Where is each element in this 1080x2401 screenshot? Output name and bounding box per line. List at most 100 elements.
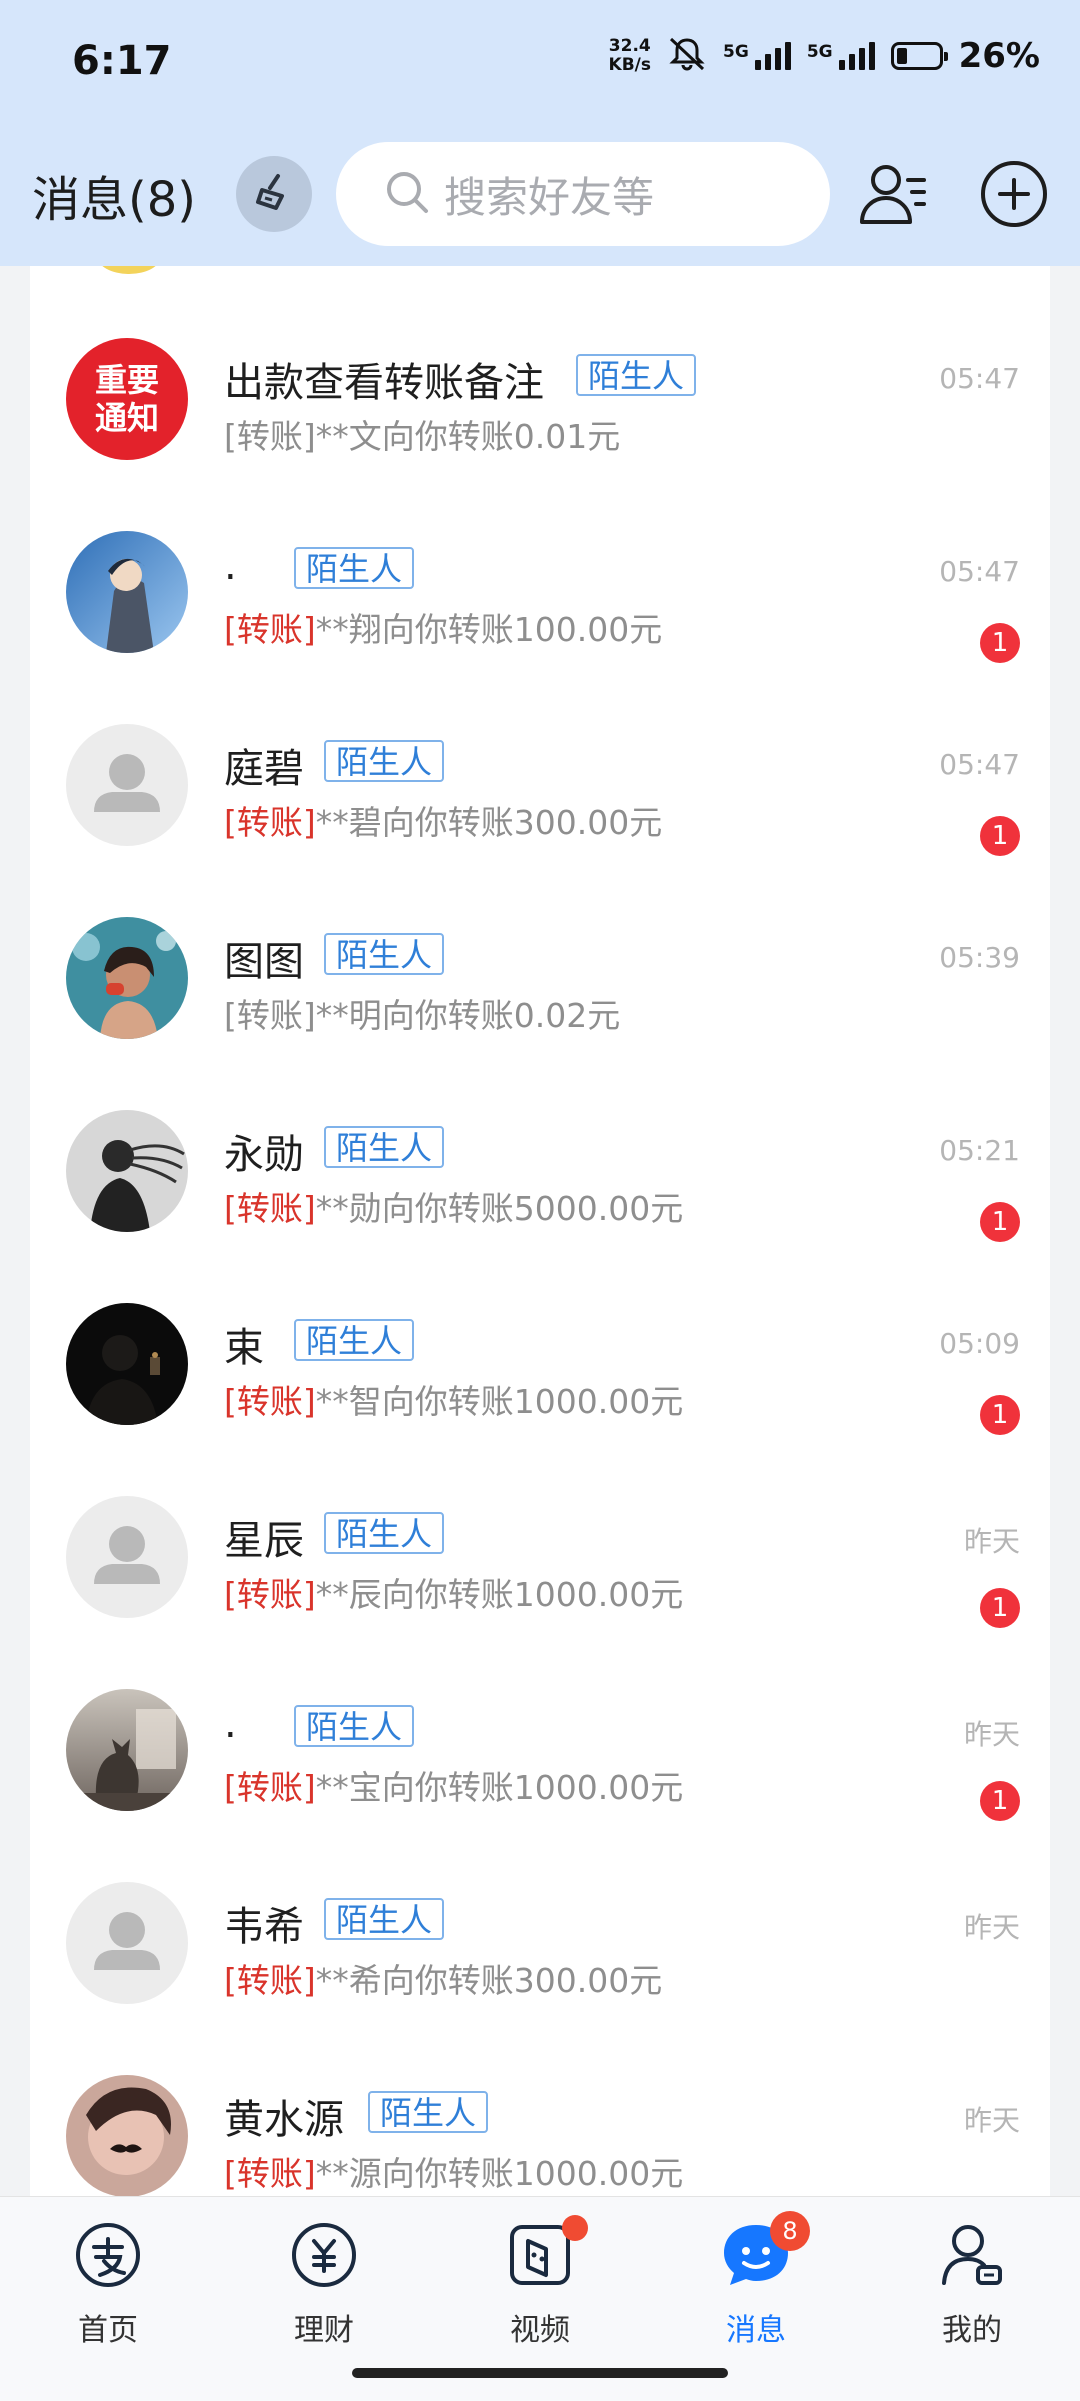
message-preview: [转账]**明向你转账0.02元 (224, 989, 620, 1037)
message-time: 05:47 (939, 555, 1020, 588)
contact-name: 庭碧 (224, 746, 304, 792)
profile-icon (938, 2221, 1006, 2293)
signal-sim1-icon: 5G (723, 42, 791, 70)
net-speed: 32.4 KB/s (609, 37, 651, 75)
message-preview: [转账]**智向你转账1000.00元 (224, 1375, 683, 1423)
conversation-row[interactable]: . 陌生人 05:47 [转账]**翔向你转账100.00元 1 (30, 459, 1050, 663)
contact-name: 束 (224, 1325, 264, 1371)
conversation-list[interactable]: 重要 通知 出款查看转账备注 陌生人 05:47 [转账]**文向你转账0.01… (30, 266, 1050, 2196)
preview-text: **勋向你转账5000.00元 (315, 1189, 684, 1228)
broom-icon (252, 170, 296, 218)
nav-label: 理财 (294, 2313, 354, 2348)
messages-unread-badge: 8 (770, 2211, 810, 2251)
conversation-row[interactable]: 图图 陌生人 05:39 [转账]**明向你转账0.02元 (30, 845, 1050, 1039)
message-preview: [转账]**翔向你转账100.00元 (224, 603, 662, 651)
mute-icon (667, 36, 707, 76)
transfer-prefix: [转账] (224, 417, 316, 456)
stranger-tag: 陌生人 (324, 740, 445, 782)
stranger-tag: 陌生人 (368, 2091, 489, 2133)
stranger-tag: 陌生人 (324, 1898, 445, 1940)
message-time: 05:47 (939, 362, 1020, 395)
default-avatar (66, 1496, 188, 1618)
preview-text: **碧向你转账300.00元 (315, 803, 663, 842)
transfer-prefix: [转账] (224, 1189, 316, 1228)
avatar (66, 917, 188, 1039)
conversation-row[interactable]: 庭碧 陌生人 05:47 [转账]**碧向你转账300.00元 1 (30, 652, 1050, 856)
status-time: 6:17 (72, 38, 172, 84)
transfer-prefix: [转账] (224, 996, 316, 1035)
search-input[interactable]: 搜索好友等 (336, 142, 830, 246)
stranger-tag: 陌生人 (576, 354, 697, 396)
nav-label: 我的 (942, 2313, 1002, 2348)
yuan-icon (290, 2221, 358, 2293)
conversation-row[interactable]: 束 陌生人 05:09 [转账]**智向你转账1000.00元 1 (30, 1231, 1050, 1435)
contact-name: 星辰 (224, 1518, 304, 1564)
conversation-row[interactable]: 韦希 陌生人 昨天 [转账]**希向你转账300.00元 (30, 1810, 1050, 2004)
conversation-row[interactable]: 重要 通知 出款查看转账备注 陌生人 05:47 [转账]**文向你转账0.01… (30, 266, 1050, 460)
battery-percent: 26% (958, 36, 1040, 76)
preview-text: **希向你转账300.00元 (315, 1961, 663, 2000)
stranger-tag: 陌生人 (294, 1319, 415, 1361)
message-time: 05:09 (939, 1327, 1020, 1360)
message-time: 昨天 (963, 1718, 1020, 1751)
message-preview: [转账]**希向你转账300.00元 (224, 1954, 662, 2002)
stranger-tag: 陌生人 (324, 1512, 445, 1554)
contact-name: 出款查看转账备注 (224, 360, 544, 406)
message-time: 昨天 (963, 2104, 1020, 2137)
plus-circle-icon (978, 158, 1050, 234)
contact-name: 永勋 (224, 1132, 304, 1178)
preview-text: **源向你转账1000.00元 (315, 2154, 684, 2193)
nav-messages[interactable]: 8 消息 (696, 2211, 816, 2349)
transfer-prefix: [转账] (224, 2154, 316, 2193)
conversation-row[interactable]: . 陌生人 昨天 [转账]**宝向你转账1000.00元 1 (30, 1617, 1050, 1821)
stranger-tag: 陌生人 (294, 547, 415, 589)
conversation-row[interactable]: 星辰 陌生人 昨天 [转账]**辰向你转账1000.00元 1 (30, 1424, 1050, 1628)
avatar-text-line1: 重要 (94, 361, 159, 399)
conversation-row[interactable]: 永勋 陌生人 05:21 [转账]**勋向你转账5000.00元 1 (30, 1038, 1050, 1242)
default-avatar (66, 724, 188, 846)
contacts-button[interactable] (854, 156, 934, 236)
clear-unread-button[interactable] (236, 156, 312, 232)
contact-name: 韦希 (224, 1904, 304, 1950)
message-preview: [转账]**碧向你转账300.00元 (224, 796, 662, 844)
contact-name: 黄水源 (224, 2097, 344, 2143)
avatar (66, 1303, 188, 1425)
add-button[interactable] (974, 156, 1054, 236)
search-icon (336, 169, 430, 219)
nav-label: 视频 (510, 2313, 570, 2348)
avatar (66, 1689, 188, 1811)
home-indicator[interactable] (352, 2368, 728, 2378)
avatar (66, 531, 188, 653)
preview-text: **宝向你转账1000.00元 (315, 1768, 684, 1807)
transfer-prefix: [转账] (224, 1382, 316, 1421)
nav-home[interactable]: 首页 (48, 2221, 168, 2349)
message-preview: [转账]**文向你转账0.01元 (224, 410, 620, 458)
page-title: 消息(8) (32, 172, 196, 228)
transfer-prefix: [转账] (224, 1575, 316, 1614)
message-preview: [转账]**源向你转账1000.00元 (224, 2147, 683, 2195)
preview-text: **智向你转账1000.00元 (315, 1382, 684, 1421)
alipay-home-icon (74, 2221, 142, 2293)
transfer-prefix: [转账] (224, 1768, 316, 1807)
nav-profile[interactable]: 我的 (912, 2221, 1032, 2349)
contact-name: 图图 (224, 939, 304, 985)
net-speed-value: 32.4 (608, 36, 651, 56)
message-preview: [转账]**勋向你转账5000.00元 (224, 1182, 683, 1230)
important-notice-avatar: 重要 通知 (66, 338, 188, 460)
default-avatar (66, 1882, 188, 2004)
battery-icon (890, 42, 948, 70)
transfer-prefix: [转账] (224, 610, 316, 649)
sim2-label: 5G (806, 42, 833, 62)
contact-name: . (224, 543, 237, 589)
search-placeholder: 搜索好友等 (444, 172, 655, 222)
video-notification-dot (562, 2215, 588, 2241)
stranger-tag: 陌生人 (294, 1705, 415, 1747)
nav-label: 首页 (78, 2313, 138, 2348)
preview-text: **翔向你转账100.00元 (315, 610, 663, 649)
contacts-icon (858, 158, 930, 234)
stranger-tag: 陌生人 (324, 933, 445, 975)
conversation-row[interactable]: 黄水源 陌生人 昨天 [转账]**源向你转账1000.00元 (30, 2003, 1050, 2196)
nav-video[interactable]: 视频 (480, 2215, 600, 2349)
nav-finance[interactable]: 理财 (264, 2221, 384, 2349)
message-time: 昨天 (963, 1911, 1020, 1944)
